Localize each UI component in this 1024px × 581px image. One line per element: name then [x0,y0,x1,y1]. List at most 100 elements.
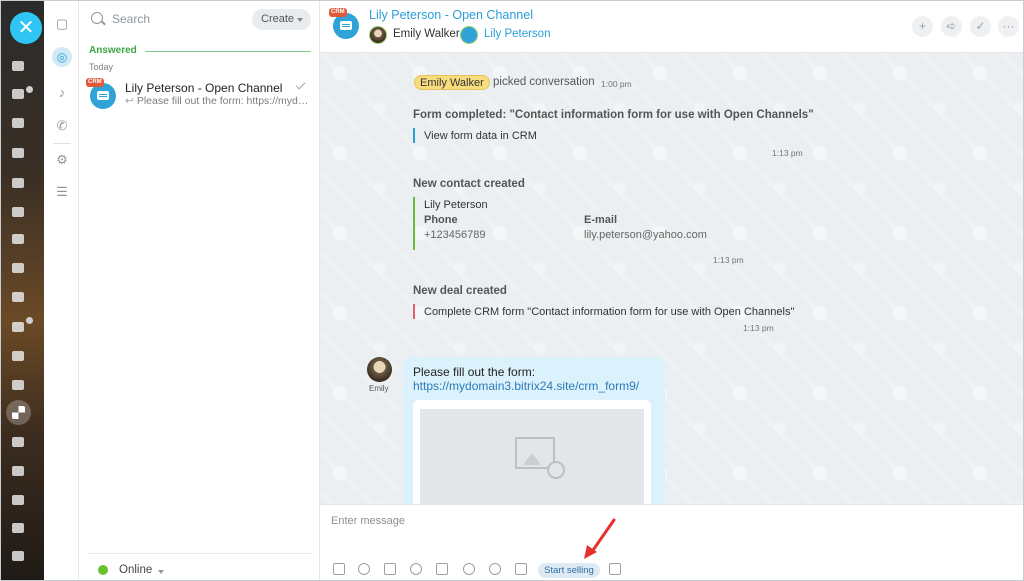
section-label-answered: Answered [89,45,137,56]
member-name: Emily Walker [393,28,460,40]
finish-button[interactable]: ✓ [970,16,991,37]
target-icon[interactable] [12,351,26,363]
cart-icon[interactable] [12,380,26,392]
start-selling-button[interactable]: Start selling [538,563,600,578]
message-history[interactable]: Emily Walker picked conversation 1:00 pm… [320,53,1023,504]
status-selector[interactable]: Online [119,564,152,576]
conversation-preview: ↩ Please fill out the form: https://mydom… [125,95,313,107]
divider [413,304,415,319]
contact-center-icon[interactable] [12,207,26,219]
avatar [369,26,387,44]
user-icon[interactable] [358,563,370,575]
settings-icon[interactable]: ⚙ [54,152,70,168]
chats-icon[interactable]: ▢ [54,16,70,32]
close-icon[interactable]: ✕ [10,12,42,44]
view-form-link[interactable]: View form data in CRM [424,130,537,142]
online-status-icon [98,565,108,575]
chat-header: CRM Lily Peterson - Open Channel Emily W… [320,1,1023,53]
crm-tag: CRM [329,8,347,17]
document-icon[interactable] [12,523,26,535]
attach-icon[interactable] [333,563,345,575]
avatar[interactable] [367,357,392,382]
conversation-preview-text: Please fill out the form: https://mydoma… [136,95,313,107]
messenger-icon-column: ▢ ◎ ♪ ✆ ⚙ ☰ [44,1,79,580]
message-text: Please fill out the form: [413,365,536,379]
smile-icon[interactable] [410,563,422,575]
chevron-down-icon[interactable] [158,570,164,574]
history-icon[interactable] [609,563,621,575]
date-label: Today [89,62,114,72]
divider [53,143,71,144]
chat-bubble-icon [340,21,352,30]
conversation-list: Create Answered Today CRM Lily Peterson … [79,1,320,580]
reply-icon: ↩ [125,95,134,107]
search-input[interactable] [112,11,242,27]
divider [413,128,415,143]
calendar-icon[interactable] [12,234,26,246]
conversation-item[interactable]: CRM Lily Peterson - Open Channel ↩ Please… [79,73,319,115]
conversation-title: Lily Peterson - Open Channel [125,81,283,95]
chat-title[interactable]: Lily Peterson - Open Channel [369,8,533,22]
inbox-icon[interactable] [12,495,26,507]
phone-label: Phone [424,214,458,226]
email-label: E-mail [584,214,618,226]
avatar [460,26,478,44]
crm-tag: CRM [86,78,104,87]
crm-icon[interactable] [12,178,26,190]
divider [89,553,311,554]
timestamp: 1:13 pm [743,323,774,333]
document-icon[interactable] [515,563,527,575]
clock-icon [547,461,565,479]
forbid-icon[interactable] [463,563,475,575]
feed-icon[interactable] [12,61,26,73]
add-user-button[interactable]: + [912,16,933,37]
timestamp: 1:13 pm [713,255,744,265]
chat-panel: CRM Lily Peterson - Open Channel Emily W… [320,1,1023,580]
preview-image [420,409,644,504]
arrow-annotation-icon [584,518,616,559]
form-url-link[interactable]: https://mydomain3.bitrix24.site/crm_form… [413,379,639,393]
filter-icon[interactable] [12,322,26,334]
chat-avatar: CRM [329,8,359,39]
message-bubble: Please fill out the form: https://mydoma… [403,357,665,504]
apps-icon[interactable] [6,400,31,425]
filter-badge [26,317,33,324]
edit-icon[interactable] [384,563,396,575]
contact-created-title: New contact created [413,178,525,190]
lightning-icon[interactable] [489,563,501,575]
tasks-icon[interactable] [12,89,26,101]
message-composer [320,504,1023,580]
contact-name[interactable]: Lily Peterson [424,199,488,211]
timestamp: 1:00 pm [601,79,632,89]
workgroups-icon[interactable] [12,148,26,160]
left-rail: ✕ [1,1,44,580]
user-name-badge[interactable]: Emily Walker [414,75,490,90]
mail-icon[interactable] [12,263,26,275]
email-value: lily.peterson@yahoo.com [584,229,707,241]
notifications-icon[interactable]: ♪ [54,85,70,101]
app-window: ✕ ▢ ◎ ♪ ✆ ⚙ ☰ Create [0,0,1024,581]
more-button[interactable]: ··· [998,16,1019,37]
new-chat-icon[interactable]: ☰ [54,184,70,200]
link-preview-card[interactable] [413,400,651,504]
phone-icon[interactable] [12,466,26,478]
timestamp: 1:13 pm [772,148,803,158]
member-name: Lily Peterson [484,28,551,40]
schedule-icon[interactable] [12,551,26,563]
create-button[interactable]: Create [252,9,311,30]
quick-answers-icon[interactable] [436,563,448,575]
read-check-icon [295,79,306,90]
deal-created-title: New deal created [413,285,507,297]
chat-icon[interactable] [12,118,26,130]
calls-icon[interactable]: ✆ [54,118,70,134]
picked-conversation-text: picked conversation [493,76,595,88]
form-completed-title: Form completed: "Contact information for… [413,109,814,121]
open-channels-icon[interactable]: ◎ [52,47,72,67]
transfer-button[interactable]: ➪ [941,16,962,37]
store-icon[interactable] [12,437,26,449]
deal-link[interactable]: Complete CRM form "Contact information f… [424,306,794,318]
message-author: Emily [369,384,389,393]
create-button-label: Create [261,13,295,25]
sites-icon[interactable] [12,292,26,304]
message-input[interactable] [331,512,991,530]
